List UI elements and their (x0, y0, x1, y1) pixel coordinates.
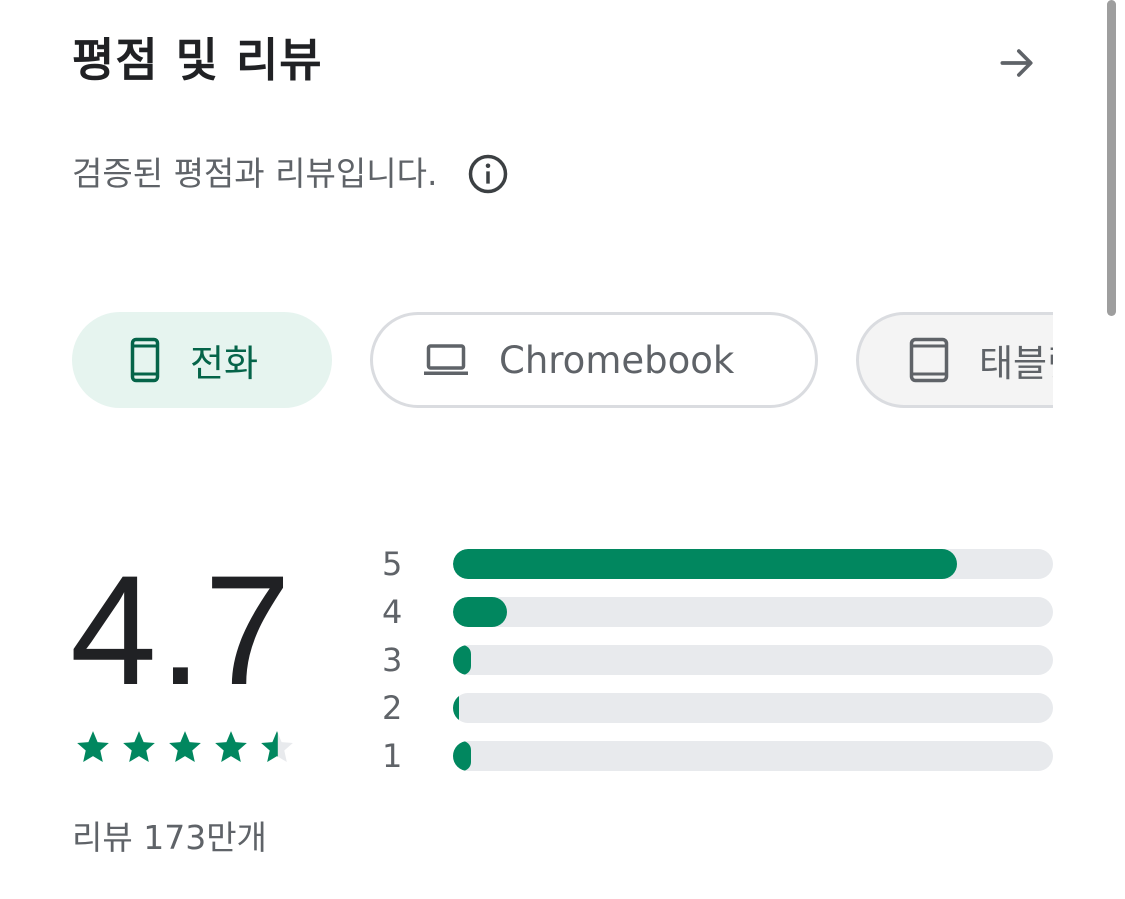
subtitle-text: 검증된 평점과 리뷰입니다. (72, 154, 438, 193)
chip-tablet[interactable]: 태블릿 (856, 312, 1053, 408)
distribution-bar (453, 741, 471, 771)
chip-chromebook-label: Chromebook (499, 338, 735, 382)
star-icon (215, 731, 247, 763)
distribution-row-2: 2 (382, 684, 1053, 732)
distribution-row-4: 4 (382, 588, 1053, 636)
distribution-row-5: 5 (382, 540, 1053, 588)
scrollbar[interactable] (1107, 0, 1116, 316)
distribution-track (453, 549, 1053, 579)
star-icon (77, 731, 109, 763)
star-half-icon (261, 731, 293, 763)
distribution-row-1: 1 (382, 732, 1053, 780)
chip-chromebook[interactable]: Chromebook (370, 312, 818, 408)
star-rating (74, 728, 296, 766)
device-filter-chips[interactable]: 전화 Chromebook 태블 (72, 312, 1053, 408)
subtitle-row: 검증된 평점과 리뷰입니다. (72, 148, 509, 200)
average-rating: 4.7 (70, 544, 293, 718)
distribution-label: 3 (382, 641, 403, 679)
distribution-track (453, 693, 1053, 723)
star-icon (169, 731, 201, 763)
phone-icon (130, 337, 160, 383)
distribution-row-3: 3 (382, 636, 1053, 684)
chip-tablet-label: 태블릿 (979, 342, 1053, 385)
review-count: 리뷰 173만개 (72, 818, 267, 857)
arrow-right-icon (1000, 49, 1033, 77)
distribution-track (453, 645, 1053, 675)
distribution-bar (453, 597, 507, 627)
distribution-track (453, 597, 1053, 627)
star-icon (123, 731, 155, 763)
see-all-reviews-button[interactable] (990, 36, 1044, 90)
distribution-label: 4 (382, 593, 403, 631)
distribution-label: 5 (382, 545, 403, 583)
distribution-bar (453, 645, 471, 675)
ratings-reviews-section: 평점 및 리뷰 검증된 평점과 리뷰입니다. 전화 Chromebook 태블 … (0, 0, 1125, 899)
laptop-icon (423, 343, 469, 377)
tablet-icon (909, 337, 949, 383)
chip-phone-label: 전화 (190, 342, 259, 385)
info-button[interactable] (467, 153, 509, 195)
distribution-track (453, 741, 1053, 771)
rating-distribution: 5 4 3 2 1 (382, 540, 1053, 780)
distribution-bar (453, 693, 459, 723)
info-icon (469, 154, 508, 194)
page-title: 평점 및 리뷰 (72, 33, 323, 87)
chip-phone[interactable]: 전화 (72, 312, 332, 408)
distribution-label: 1 (382, 737, 403, 775)
distribution-label: 2 (382, 689, 403, 727)
distribution-bar (453, 549, 957, 579)
